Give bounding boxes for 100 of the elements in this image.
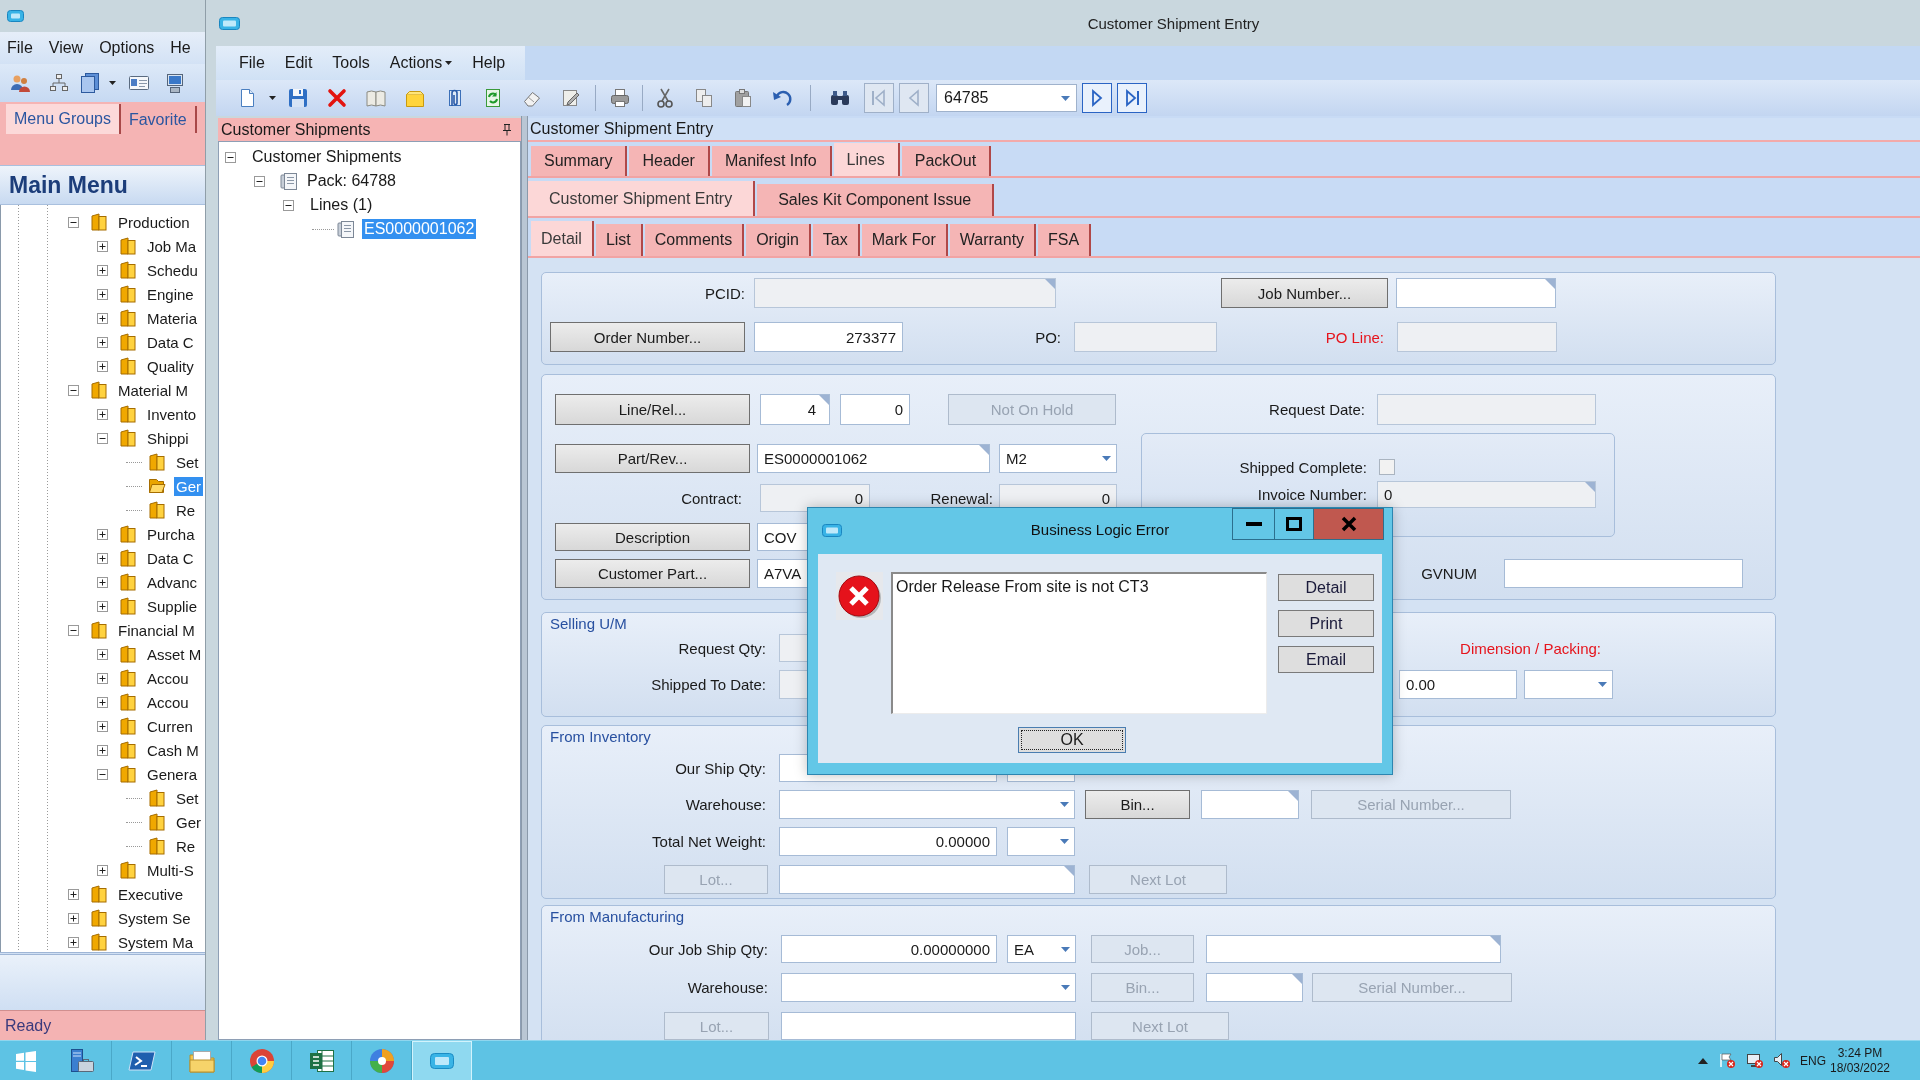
tree-item[interactable]: Invento — [145, 404, 199, 424]
menu-item[interactable]: Help — [472, 54, 506, 72]
tab[interactable]: Tax — [812, 224, 860, 256]
tab[interactable]: Header — [629, 146, 710, 176]
expand-icon[interactable] — [68, 936, 79, 948]
print-icon[interactable] — [608, 87, 631, 109]
tree-item[interactable]: System Se — [116, 908, 193, 928]
ok-button[interactable]: OK — [1018, 727, 1126, 753]
tree-item[interactable]: Set — [174, 788, 201, 808]
tree-item[interactable]: Pack: 64788 — [305, 171, 398, 191]
tree-item[interactable]: Data C — [145, 332, 196, 352]
tree-item[interactable]: Advanc — [145, 572, 200, 592]
text-field[interactable] — [781, 1012, 1076, 1040]
menu-item[interactable]: Tools — [332, 54, 370, 72]
text-field[interactable]: 4 — [760, 394, 830, 425]
network-icon[interactable] — [1746, 1052, 1763, 1069]
text-field[interactable]: 273377 — [754, 322, 903, 352]
expand-icon[interactable] — [97, 312, 108, 324]
dropdown-field[interactable]: M2 — [999, 444, 1117, 473]
menu-item[interactable]: File — [239, 54, 265, 72]
tree-item[interactable]: Ger — [174, 812, 203, 832]
document-stack-icon[interactable] — [79, 72, 101, 94]
dropdown-field[interactable] — [779, 790, 1075, 819]
tree-item[interactable]: Cash M — [145, 740, 201, 760]
save-icon[interactable] — [286, 87, 309, 109]
form-button[interactable]: Description — [555, 523, 750, 551]
tree-item[interactable]: System Ma — [116, 932, 195, 952]
speaker-icon[interactable] — [1773, 1052, 1790, 1069]
tree-item[interactable]: Production — [116, 212, 192, 232]
delete-icon[interactable] — [325, 87, 348, 109]
dialog-button[interactable]: Email — [1278, 646, 1374, 673]
tree-item[interactable]: Purcha — [145, 524, 197, 544]
expand-icon[interactable] — [97, 288, 108, 300]
tree-item[interactable]: Curren — [145, 716, 195, 736]
expand-icon[interactable] — [97, 600, 108, 612]
form-button[interactable]: Line/Rel... — [555, 394, 750, 425]
expand-icon[interactable] — [97, 240, 108, 252]
tab[interactable]: Menu Groups — [6, 104, 121, 134]
tree-item[interactable]: Schedu — [145, 260, 200, 280]
menu-item[interactable]: Options — [99, 39, 155, 57]
text-field[interactable]: 0.00000 — [779, 827, 997, 856]
tree-item[interactable]: Job Ma — [145, 236, 199, 256]
expand-icon[interactable] — [97, 264, 108, 276]
tab[interactable]: Origin — [746, 224, 811, 256]
dialog-button[interactable]: Print — [1278, 610, 1374, 637]
next-icon[interactable] — [1082, 83, 1112, 113]
collapse-icon[interactable] — [97, 432, 108, 444]
menu-item[interactable]: Actions — [389, 54, 453, 72]
up-arrow-icon[interactable] — [1698, 1057, 1708, 1064]
text-field[interactable] — [1206, 935, 1501, 963]
color-wheel-icon[interactable] — [367, 1046, 396, 1075]
tab[interactable]: FSA — [1038, 224, 1092, 256]
tab[interactable]: Sales Kit Component Issue — [757, 184, 995, 216]
pin-icon[interactable] — [501, 122, 513, 137]
text-field[interactable]: 0.00000000 — [781, 935, 997, 963]
tree-item[interactable]: Shippi — [145, 428, 191, 448]
tree-item[interactable]: Materia — [145, 308, 200, 328]
browser-icon[interactable] — [247, 1046, 276, 1075]
form-button[interactable]: Order Number... — [550, 322, 745, 352]
tree-item[interactable]: Multi-S — [145, 860, 196, 880]
tree-item[interactable]: Re — [174, 836, 198, 856]
form-button[interactable]: Bin... — [1085, 790, 1190, 819]
tree-item[interactable]: Customer Shipments — [250, 147, 404, 167]
language-indicator[interactable]: ENG — [1800, 1053, 1826, 1068]
tab[interactable]: Warranty — [949, 224, 1037, 256]
dialog-button[interactable]: Detail — [1278, 574, 1374, 601]
tab[interactable]: Customer Shipment Entry — [528, 181, 756, 216]
clock-time[interactable]: 3:24 PM — [1837, 1045, 1883, 1061]
minimize-button[interactable] — [1232, 508, 1275, 540]
tree-item[interactable]: Data C — [145, 548, 196, 568]
expand-icon[interactable] — [97, 720, 108, 732]
dropdown-field[interactable]: EA — [1007, 935, 1076, 963]
tree-item[interactable]: Executive — [116, 884, 186, 904]
collapse-icon[interactable] — [254, 175, 265, 187]
tab[interactable]: Manifest Info — [711, 146, 832, 176]
tree-item[interactable]: Accou — [145, 692, 191, 712]
tree-item[interactable]: Engine — [145, 284, 196, 304]
expand-icon[interactable] — [97, 360, 108, 372]
clock-date[interactable]: 18/03/2022 — [1829, 1060, 1891, 1076]
expand-icon[interactable] — [97, 552, 108, 564]
expand-icon[interactable] — [97, 648, 108, 660]
expand-icon[interactable] — [97, 696, 108, 708]
tree-item[interactable]: Material M — [116, 380, 190, 400]
text-field[interactable] — [779, 865, 1075, 894]
tree-item[interactable]: Quality — [145, 356, 196, 376]
expand-icon[interactable] — [97, 864, 108, 876]
text-field[interactable]: 0 — [840, 394, 910, 425]
tab[interactable]: Mark For — [861, 224, 948, 256]
computer-icon[interactable] — [164, 72, 186, 94]
tree-item[interactable]: Re — [174, 500, 198, 520]
expand-icon[interactable] — [97, 576, 108, 588]
expand-icon[interactable] — [97, 408, 108, 420]
tree-item[interactable]: Supplie — [145, 596, 200, 616]
flag-icon[interactable] — [1718, 1052, 1735, 1069]
text-field[interactable] — [1206, 973, 1303, 1002]
skip-forward-icon[interactable] — [1117, 83, 1147, 113]
start-icon[interactable] — [15, 1049, 37, 1072]
tree-item[interactable]: Set — [174, 452, 201, 472]
form-button[interactable]: Job Number... — [1221, 278, 1388, 308]
tree-item[interactable]: Asset M — [145, 644, 204, 664]
